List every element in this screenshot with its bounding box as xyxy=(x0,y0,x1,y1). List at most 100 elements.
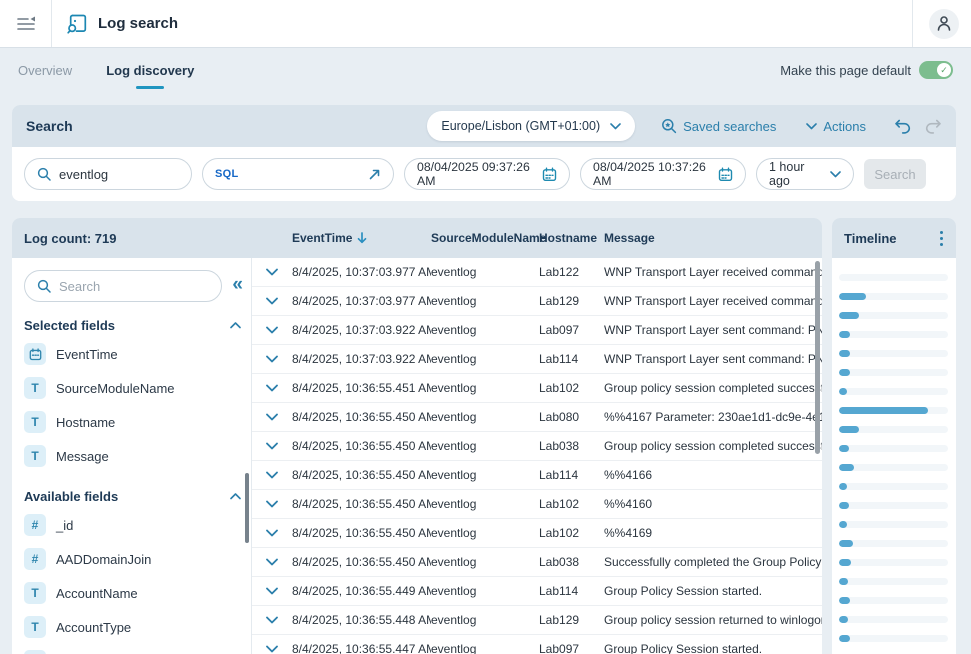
timeline-row[interactable] xyxy=(839,382,948,401)
timeline-row[interactable] xyxy=(839,287,948,306)
column-header-message[interactable]: Message xyxy=(604,231,822,245)
timeline-bar xyxy=(839,578,848,585)
sort-desc-icon[interactable] xyxy=(357,232,367,244)
chevron-down-icon xyxy=(830,171,841,178)
field-item[interactable]: T SourceModuleName xyxy=(24,371,243,405)
table-row[interactable]: 8/4/2025, 10:36:55.450 AM eventlog Lab10… xyxy=(252,519,822,548)
field-item[interactable]: T Message xyxy=(24,439,243,473)
selected-fields-section-header[interactable]: Selected fields xyxy=(24,318,241,333)
timeline-bar xyxy=(839,388,847,395)
menu-collapse-button[interactable] xyxy=(0,0,52,47)
expand-row-chevron-icon[interactable] xyxy=(252,355,292,363)
expand-row-chevron-icon[interactable] xyxy=(252,616,292,624)
expand-row-chevron-icon[interactable] xyxy=(252,297,292,305)
expand-row-chevron-icon[interactable] xyxy=(252,529,292,537)
timeline-row[interactable] xyxy=(839,515,948,534)
cell-message: Group Policy Session started. xyxy=(604,642,822,654)
timezone-select[interactable]: Europe/Lisbon (GMT+01:00) xyxy=(427,111,635,141)
table-row[interactable]: 8/4/2025, 10:36:55.450 AM eventlog Lab03… xyxy=(252,548,822,577)
sidebar-scrollbar-thumb[interactable] xyxy=(245,473,249,543)
timeline-row[interactable] xyxy=(839,363,948,382)
expand-row-chevron-icon[interactable] xyxy=(252,326,292,334)
timeline-row[interactable] xyxy=(839,591,948,610)
available-fields-section-header[interactable]: Available fields xyxy=(24,489,241,504)
field-item[interactable]: T Hostname xyxy=(24,405,243,439)
kebab-menu-icon[interactable] xyxy=(937,228,946,249)
saved-searches-button[interactable]: Saved searches xyxy=(661,118,776,134)
tab-overview[interactable]: Overview xyxy=(16,48,74,92)
field-item[interactable]: # AADDomainJoin xyxy=(24,542,243,576)
available-fields-list: # _id # AADDomainJoin T AccountName T Ac… xyxy=(24,508,243,654)
expand-row-chevron-icon[interactable] xyxy=(252,500,292,508)
table-row[interactable]: 8/4/2025, 10:37:03.977 AM eventlog Lab12… xyxy=(252,287,822,316)
expand-row-chevron-icon[interactable] xyxy=(252,413,292,421)
tab-log-discovery[interactable]: Log discovery xyxy=(104,48,196,92)
expand-row-chevron-icon[interactable] xyxy=(252,558,292,566)
timeline-row[interactable] xyxy=(839,401,948,420)
redo-icon[interactable] xyxy=(925,119,942,134)
expand-row-chevron-icon[interactable] xyxy=(252,587,292,595)
cell-message: Group Policy Session started. xyxy=(604,584,822,598)
table-row[interactable]: 8/4/2025, 10:37:03.922 AM eventlog Lab09… xyxy=(252,316,822,345)
expand-arrow-icon[interactable] xyxy=(368,168,381,181)
column-header-eventtime[interactable]: EventTime xyxy=(292,231,431,245)
timeline-row[interactable] xyxy=(839,496,948,515)
query-input[interactable] xyxy=(59,167,179,182)
field-item[interactable]: EventTime xyxy=(24,337,243,371)
timeline-row[interactable] xyxy=(839,534,948,553)
undo-icon[interactable] xyxy=(894,119,911,134)
table-row[interactable]: 8/4/2025, 10:36:55.448 AM eventlog Lab12… xyxy=(252,606,822,635)
table-row[interactable]: 8/4/2025, 10:36:55.451 AM eventlog Lab10… xyxy=(252,374,822,403)
sql-query-field[interactable]: SQL xyxy=(202,158,394,190)
table-scrollbar-thumb[interactable] xyxy=(815,261,820,454)
timeline-row[interactable] xyxy=(839,553,948,572)
calendar-icon[interactable] xyxy=(718,167,733,182)
table-row[interactable]: 8/4/2025, 10:36:55.450 AM eventlog Lab03… xyxy=(252,432,822,461)
timeline-track xyxy=(839,331,948,338)
user-avatar-button[interactable] xyxy=(929,9,959,39)
table-row[interactable]: 8/4/2025, 10:36:55.450 AM eventlog Lab08… xyxy=(252,403,822,432)
field-item[interactable]: T AccountType xyxy=(24,610,243,644)
timeline-row[interactable] xyxy=(839,439,948,458)
timeline-row[interactable] xyxy=(839,458,948,477)
timeline-row[interactable] xyxy=(839,572,948,591)
timeline-track xyxy=(839,369,948,376)
field-item[interactable]: # _id xyxy=(24,508,243,542)
expand-row-chevron-icon[interactable] xyxy=(252,442,292,450)
log-results-panel: Log count: 719 EventTime SourceModuleNam… xyxy=(12,218,822,654)
calendar-icon[interactable] xyxy=(542,167,557,182)
to-datetime-field[interactable]: 08/04/2025 10:37:26 AM xyxy=(580,158,746,190)
timeline-row[interactable] xyxy=(839,610,948,629)
actions-button[interactable]: Actions xyxy=(806,119,866,134)
timeline-bar xyxy=(839,464,854,471)
column-header-sourcemodulename[interactable]: SourceModuleName xyxy=(431,231,539,245)
text-field-icon: T xyxy=(24,616,46,638)
expand-row-chevron-icon[interactable] xyxy=(252,471,292,479)
table-row[interactable]: 8/4/2025, 10:37:03.922 AM eventlog Lab11… xyxy=(252,345,822,374)
timeline-row[interactable] xyxy=(839,477,948,496)
table-row[interactable]: 8/4/2025, 10:37:03.977 AM eventlog Lab12… xyxy=(252,258,822,287)
table-row[interactable]: 8/4/2025, 10:36:55.447 AM eventlog Lab09… xyxy=(252,635,822,654)
table-row[interactable]: 8/4/2025, 10:36:55.450 AM eventlog Lab11… xyxy=(252,461,822,490)
table-row[interactable]: 8/4/2025, 10:36:55.450 AM eventlog Lab10… xyxy=(252,490,822,519)
timeline-row[interactable] xyxy=(839,268,948,287)
expand-row-chevron-icon[interactable] xyxy=(252,268,292,276)
timeline-row[interactable] xyxy=(839,306,948,325)
timeline-row[interactable] xyxy=(839,420,948,439)
expand-row-chevron-icon[interactable] xyxy=(252,384,292,392)
collapse-sidebar-icon[interactable]: « xyxy=(232,275,243,297)
table-row[interactable]: 8/4/2025, 10:36:55.449 AM eventlog Lab11… xyxy=(252,577,822,606)
timeline-row[interactable] xyxy=(839,629,948,648)
expand-row-chevron-icon[interactable] xyxy=(252,645,292,653)
from-datetime-field[interactable]: 08/04/2025 09:37:26 AM xyxy=(404,158,570,190)
field-item[interactable]: # AcpiDsdProperty xyxy=(24,644,243,654)
timeline-row[interactable] xyxy=(839,325,948,344)
field-item[interactable]: T AccountName xyxy=(24,576,243,610)
column-header-hostname[interactable]: Hostname xyxy=(539,231,604,245)
timeline-row[interactable] xyxy=(839,344,948,363)
search-submit-button[interactable]: Search xyxy=(864,159,926,189)
make-default-toggle[interactable]: ✓ xyxy=(919,61,953,79)
field-search-input[interactable] xyxy=(59,279,209,294)
timeline-row[interactable] xyxy=(839,648,948,654)
time-range-select[interactable]: 1 hour ago xyxy=(756,158,854,190)
